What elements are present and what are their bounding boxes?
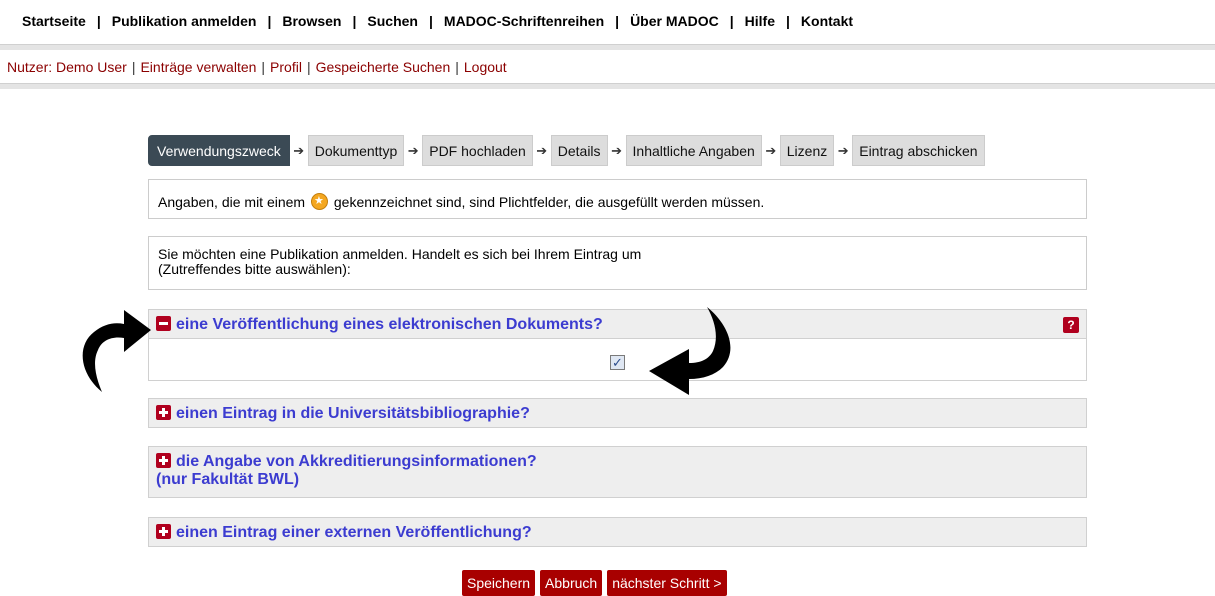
user-nav-separator: | xyxy=(261,59,266,75)
nav-browsen[interactable]: Browsen xyxy=(282,13,341,29)
user-nav-gespeicherte-suchen[interactable]: Gespeicherte Suchen xyxy=(316,59,451,75)
step-verwendungszweck[interactable]: Verwendungszweck xyxy=(148,135,290,166)
section-title: einen Eintrag in die Universitätsbibliog… xyxy=(176,405,530,422)
user-nav-separator: | xyxy=(455,59,459,75)
collapse-minus-icon[interactable] xyxy=(156,316,171,331)
user-nav-separator: | xyxy=(131,59,136,75)
intro-line-1: Sie möchten eine Publikation anmelden. H… xyxy=(158,246,642,262)
expand-plus-icon[interactable] xyxy=(156,453,171,468)
section-akkreditierungsinformationen: die Angabe von Akkreditierungsinformatio… xyxy=(148,446,1087,498)
divider xyxy=(0,83,1215,89)
nav-kontakt[interactable]: Kontakt xyxy=(801,13,853,29)
curved-arrow-right-icon xyxy=(82,310,151,392)
section-body: ✓ xyxy=(148,338,1087,381)
nav-hilfe[interactable]: Hilfe xyxy=(745,13,775,29)
elektronisches-dokument-checkbox[interactable]: ✓ xyxy=(610,355,625,370)
curved-arrow-left-icon xyxy=(649,307,731,395)
step-details[interactable]: Details xyxy=(550,135,608,166)
divider xyxy=(0,44,1215,50)
user-navigation: Nutzer: Demo User | Einträge verwalten | Pro… xyxy=(7,59,507,75)
form-buttons: Speichern Abbruch nächster Schritt > xyxy=(462,570,727,596)
nav-startseite[interactable]: Startseite xyxy=(22,13,86,29)
section-title: die Angabe von Akkreditierungsinformatio… xyxy=(176,453,537,470)
section-title: eine Veröffentlichung eines elektronisch… xyxy=(176,316,603,333)
step-eintrag-abschicken[interactable]: Eintrag abschicken xyxy=(852,135,985,166)
section-elektronisches-dokument: eine Veröffentlichung eines elektronisch… xyxy=(148,309,1087,381)
nav-separator: | xyxy=(729,13,734,29)
required-star-icon xyxy=(310,193,328,210)
section-header-akkreditierungsinformationen[interactable]: die Angabe von Akkreditierungsinformatio… xyxy=(149,447,1086,489)
arrow-right-icon: ➔ xyxy=(765,142,777,158)
required-fields-info: Angaben, die mit einem gekennzeichnet si… xyxy=(148,179,1087,219)
arrow-right-icon: ➔ xyxy=(407,142,419,158)
step-pdf-hochladen[interactable]: PDF hochladen xyxy=(422,135,533,166)
nav-separator: | xyxy=(96,13,101,29)
save-button[interactable]: Speichern xyxy=(462,570,536,596)
nav-separator: | xyxy=(352,13,357,29)
intro-line-2: (Zutreffendes bitte auswählen): xyxy=(158,261,351,277)
user-label: Nutzer: Demo User xyxy=(7,59,127,75)
expand-plus-icon[interactable] xyxy=(156,524,171,539)
section-header-universitaetsbibliographie[interactable]: einen Eintrag in die Universitätsbibliog… xyxy=(149,399,1086,423)
next-step-button[interactable]: nächster Schritt > xyxy=(607,570,727,596)
nav-separator: | xyxy=(267,13,272,29)
cancel-button[interactable]: Abbruch xyxy=(540,570,603,596)
section-header-elektronisches-dokument[interactable]: eine Veröffentlichung eines elektronisch… xyxy=(149,310,1086,334)
user-nav-profil[interactable]: Profil xyxy=(270,59,302,75)
section-universitaetsbibliographie: einen Eintrag in die Universitätsbibliog… xyxy=(148,398,1087,428)
nav-separator: | xyxy=(786,13,790,29)
nav-ueber-madoc[interactable]: Über MADOC xyxy=(630,13,719,29)
section-header-externe-veroeffentlichung[interactable]: einen Eintrag einer externen Veröffentli… xyxy=(149,518,1086,542)
nav-separator: | xyxy=(428,13,433,29)
arrow-right-icon: ➔ xyxy=(611,142,622,158)
workflow-steps: Verwendungszweck ➔ Dokumenttyp ➔ PDF hoc… xyxy=(148,135,985,166)
nav-suchen[interactable]: Suchen xyxy=(367,13,418,29)
user-nav-eintraege-verwalten[interactable]: Einträge verwalten xyxy=(140,59,256,75)
help-question-icon[interactable]: ? xyxy=(1063,317,1079,333)
top-navigation: Startseite | Publikation anmelden | Browsen |… xyxy=(0,0,1215,42)
user-nav-separator: | xyxy=(306,59,311,75)
arrow-right-icon: ➔ xyxy=(293,142,305,158)
section-title: einen Eintrag einer externen Veröffentli… xyxy=(176,524,532,541)
nav-separator: | xyxy=(615,13,620,29)
arrow-right-icon: ➔ xyxy=(837,142,849,158)
arrow-right-icon: ➔ xyxy=(536,142,548,158)
step-lizenz[interactable]: Lizenz xyxy=(779,135,835,166)
step-inhaltliche-angaben[interactable]: Inhaltliche Angaben xyxy=(625,135,762,166)
info-text-after: gekennzeichnet sind, sind Plichtfelder, … xyxy=(333,194,765,210)
user-nav-logout[interactable]: Logout xyxy=(464,59,507,75)
info-text-before: Angaben, die mit einem xyxy=(158,194,306,210)
nav-madoc-schriftenreihen[interactable]: MADOC-Schriftenreihen xyxy=(444,13,604,29)
section-externe-veroeffentlichung: einen Eintrag einer externen Veröffentli… xyxy=(148,517,1087,547)
nav-publikation-anmelden[interactable]: Publikation anmelden xyxy=(112,13,257,29)
section-subtitle: (nur Fakultät BWL) xyxy=(156,471,300,488)
intro-text-box: Sie möchten eine Publikation anmelden. H… xyxy=(148,236,1087,290)
step-dokumenttyp[interactable]: Dokumenttyp xyxy=(307,135,405,166)
expand-plus-icon[interactable] xyxy=(156,405,171,420)
